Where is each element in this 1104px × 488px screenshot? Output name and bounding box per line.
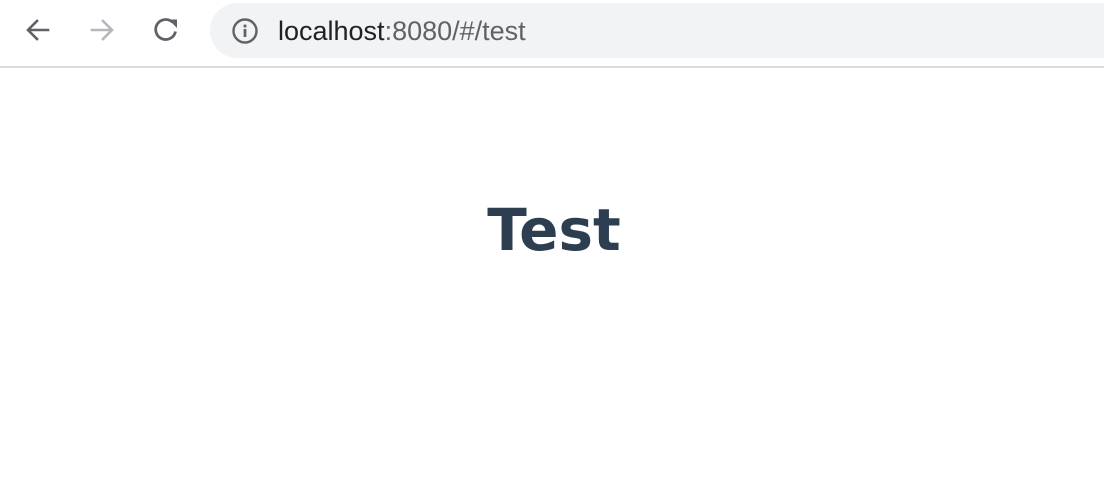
page-title: Test xyxy=(487,196,621,264)
reload-button[interactable] xyxy=(146,10,186,50)
site-info-button[interactable] xyxy=(230,16,260,46)
url-text[interactable]: localhost:8080/#/test xyxy=(278,15,526,47)
reload-icon xyxy=(154,18,177,41)
browser-toolbar: localhost:8080/#/test xyxy=(0,0,1104,68)
arrow-right-icon xyxy=(90,19,114,41)
info-circle-icon xyxy=(232,18,258,44)
page-content: Test xyxy=(0,68,1104,488)
url-path: :8080/#/test xyxy=(384,16,526,46)
forward-button[interactable] xyxy=(82,10,122,50)
arrow-left-icon xyxy=(26,19,50,41)
address-bar[interactable]: localhost:8080/#/test xyxy=(210,3,1104,58)
back-button[interactable] xyxy=(18,10,58,50)
url-host: localhost xyxy=(278,16,385,46)
